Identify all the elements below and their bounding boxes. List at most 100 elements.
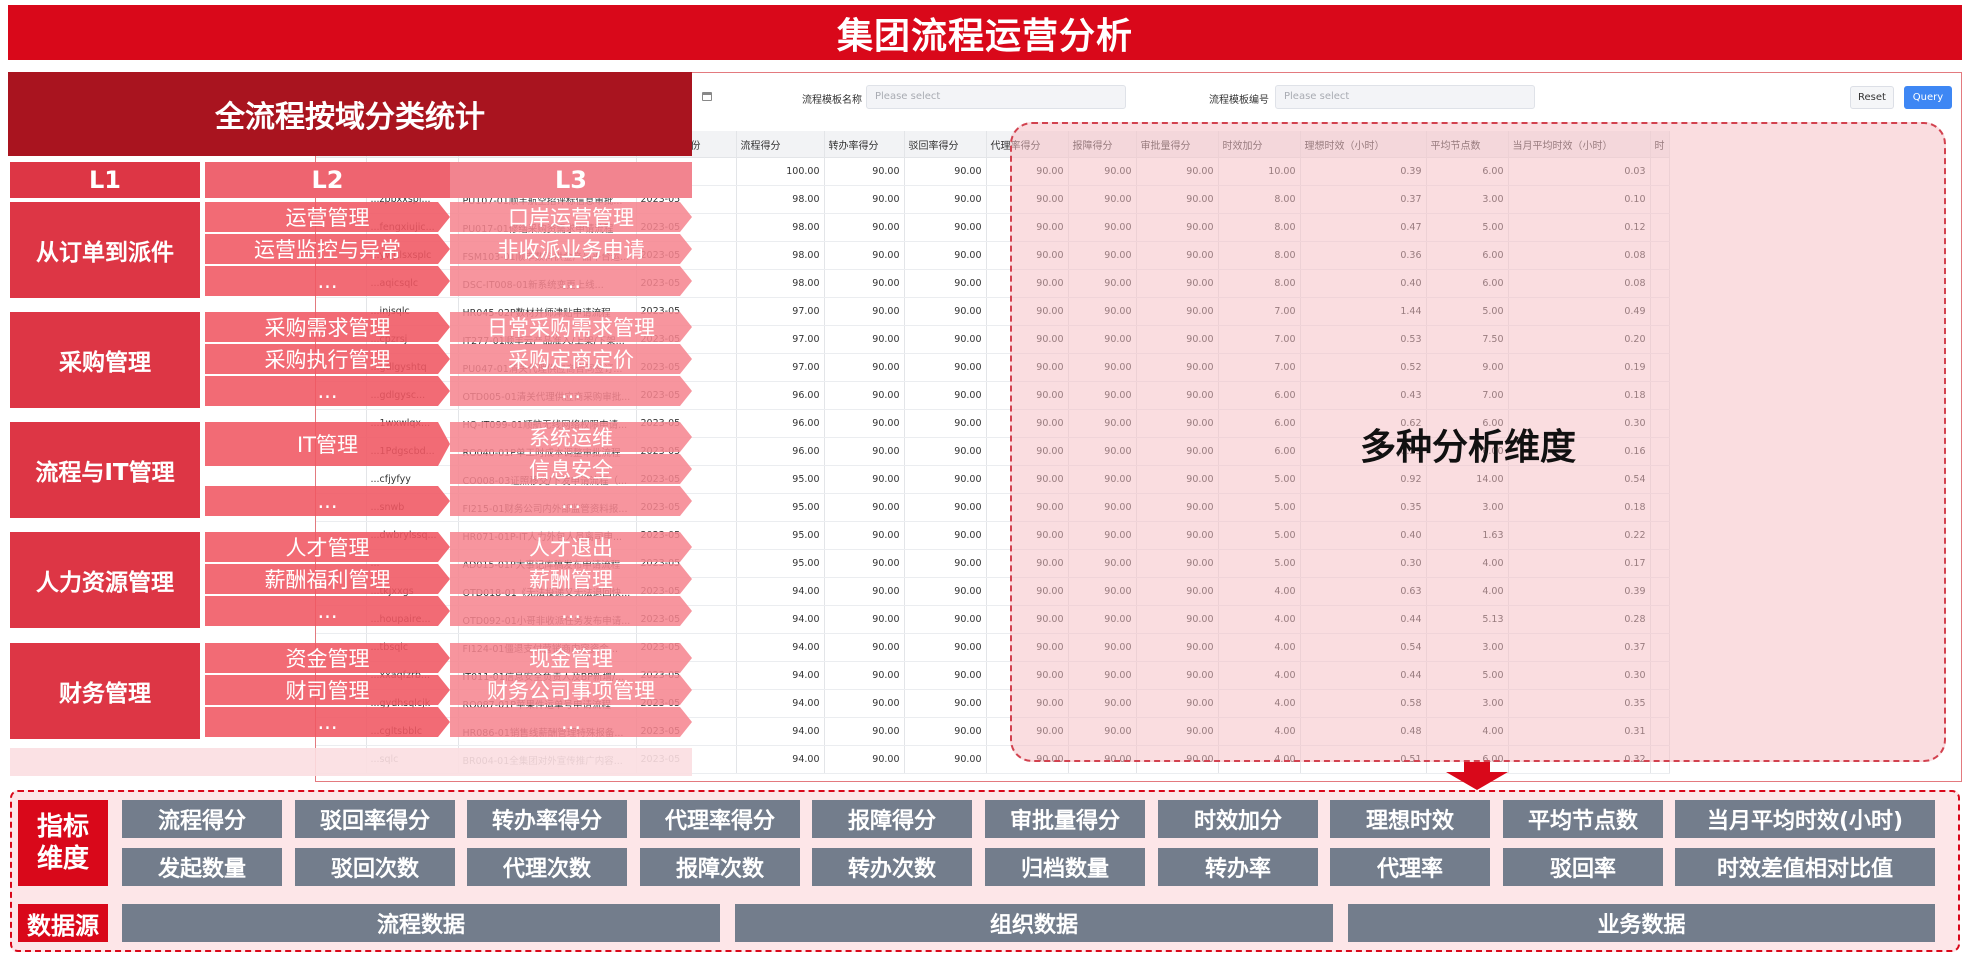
table-cell: 95.00 (736, 493, 825, 522)
l2-item[interactable]: ... (205, 486, 450, 516)
table-cell: 90.00 (824, 493, 905, 522)
table-cell: 98.00 (736, 213, 825, 242)
l3-item[interactable]: 现金管理 (450, 643, 692, 673)
table-cell: 90.00 (824, 241, 905, 270)
template-code-label: 流程模板编号 (1209, 95, 1269, 106)
l3-item[interactable]: 信息安全 (450, 454, 692, 484)
classification-title: 全流程按域分类统计 (215, 100, 485, 135)
table-cell: 90.00 (904, 633, 987, 662)
l2-item[interactable]: 运营监控与异常 (205, 234, 450, 264)
l3-item[interactable]: 财务公司事项管理 (450, 675, 692, 705)
l3-item[interactable]: ... (450, 707, 692, 737)
l2-item[interactable]: 薪酬福利管理 (205, 564, 450, 594)
l3-item[interactable]: 日常采购需求管理 (450, 312, 692, 342)
table-cell: 90.00 (904, 437, 987, 466)
l2-item[interactable]: ... (205, 707, 450, 737)
l2-item[interactable]: 人才管理 (205, 532, 450, 562)
calendar-icon[interactable] (702, 92, 712, 101)
table-header-cell[interactable]: 转办率得分 (824, 131, 905, 158)
table-cell: 90.00 (824, 661, 905, 690)
table-cell: 95.00 (736, 465, 825, 494)
table-cell: 95.00 (736, 521, 825, 550)
table-cell: 90.00 (824, 269, 905, 298)
metric-box: 驳回率 (1503, 848, 1663, 886)
table-cell: 90.00 (824, 465, 905, 494)
metric-box: 归档数量 (985, 848, 1145, 886)
l1-domain[interactable]: 流程与IT管理 (10, 422, 200, 518)
l1-domain[interactable]: 财务管理 (10, 643, 200, 739)
down-arrow-icon (1446, 762, 1508, 790)
data-source-box: 业务数据 (1348, 904, 1935, 942)
metric-box: 报障次数 (640, 848, 800, 886)
metric-box: 发起数量 (122, 848, 282, 886)
metric-box: 时效加分 (1158, 800, 1318, 838)
table-cell: 90.00 (824, 353, 905, 382)
metrics-dimension-label: 指标维度 (18, 800, 108, 886)
table-cell: 90.00 (904, 717, 987, 746)
metric-box: 平均节点数 (1503, 800, 1663, 838)
table-cell: 97.00 (736, 353, 825, 382)
metric-box: 当月平均时效(小时) (1675, 800, 1935, 838)
l2-item[interactable]: 采购需求管理 (205, 312, 450, 342)
title-banner: 集团流程运营分析 (8, 5, 1962, 60)
query-button[interactable]: Query (1904, 86, 1952, 109)
reset-button[interactable]: Reset (1850, 86, 1894, 109)
table-cell: 90.00 (824, 325, 905, 354)
table-cell: 90.00 (904, 577, 987, 606)
table-cell: 90.00 (904, 381, 987, 410)
template-name-label: 流程模板名称 (802, 95, 862, 106)
metric-box: 时效差值相对比值 (1675, 848, 1935, 886)
metric-box: 转办次数 (812, 848, 972, 886)
l3-header: L3 (450, 162, 692, 198)
metric-box: 转办率得分 (467, 800, 627, 838)
table-cell: 90.00 (904, 521, 987, 550)
l3-item[interactable]: ... (450, 266, 692, 296)
l2-item[interactable]: 财司管理 (205, 675, 450, 705)
table-cell: 90.00 (824, 409, 905, 438)
l1-domain[interactable]: 人力资源管理 (10, 532, 200, 628)
table-cell: 90.00 (904, 241, 987, 270)
table-cell: 90.00 (904, 493, 987, 522)
table-header-cell[interactable]: 驳回率得分 (904, 131, 987, 158)
l3-item[interactable]: ... (450, 376, 692, 406)
table-cell: 98.00 (736, 185, 825, 214)
metrics-panel: 指标维度 数据源 流程得分 驳回率得分 转办率得分 代理率得分 报障得分 审批量得分 时效加… (10, 790, 1960, 952)
table-cell: 90.00 (824, 521, 905, 550)
table-cell: 94.00 (736, 689, 825, 718)
l2-item[interactable]: ... (205, 266, 450, 296)
l3-item[interactable]: 薪酬管理 (450, 564, 692, 594)
table-cell: 90.00 (904, 325, 987, 354)
l3-item[interactable]: ... (450, 596, 692, 626)
l2-item[interactable]: 采购执行管理 (205, 344, 450, 374)
metric-box: 转办率 (1158, 848, 1318, 886)
l3-item[interactable]: 人才退出 (450, 532, 692, 562)
table-cell: 90.00 (904, 465, 987, 494)
table-cell: 90.00 (824, 381, 905, 410)
l1-domain[interactable]: 从订单到派件 (10, 202, 200, 298)
table-cell: 90.00 (904, 157, 987, 186)
data-source-box: 组织数据 (735, 904, 1333, 942)
l3-item[interactable]: ... (450, 486, 692, 516)
l3-item[interactable]: 采购定商定价 (450, 344, 692, 374)
l1-domain[interactable]: 采购管理 (10, 312, 200, 408)
l3-item[interactable]: 口岸运营管理 (450, 202, 692, 232)
table-cell: 90.00 (824, 577, 905, 606)
template-name-select[interactable]: Please select (866, 85, 1126, 109)
table-header-cell[interactable]: 流程得分 (736, 131, 825, 158)
table-cell: 97.00 (736, 325, 825, 354)
table-cell: 96.00 (736, 409, 825, 438)
page-title: 集团流程运营分析 (836, 15, 1133, 57)
analysis-dimension-label: 多种分析维度 (1360, 427, 1577, 468)
l3-item[interactable]: 非收派业务申请 (450, 234, 692, 264)
table-cell: 90.00 (824, 157, 905, 186)
l2-item[interactable]: ... (205, 376, 450, 406)
l2-item[interactable]: 资金管理 (205, 643, 450, 673)
template-code-select[interactable]: Please select (1275, 85, 1535, 109)
table-cell: 97.00 (736, 297, 825, 326)
table-cell: 90.00 (824, 745, 905, 774)
table-cell: 90.00 (904, 213, 987, 242)
l2-item[interactable]: 运营管理 (205, 202, 450, 232)
l2-item[interactable]: ... (205, 596, 450, 626)
l3-item[interactable]: 系统运维 (450, 422, 692, 452)
l2-item[interactable]: IT管理 (205, 422, 450, 466)
